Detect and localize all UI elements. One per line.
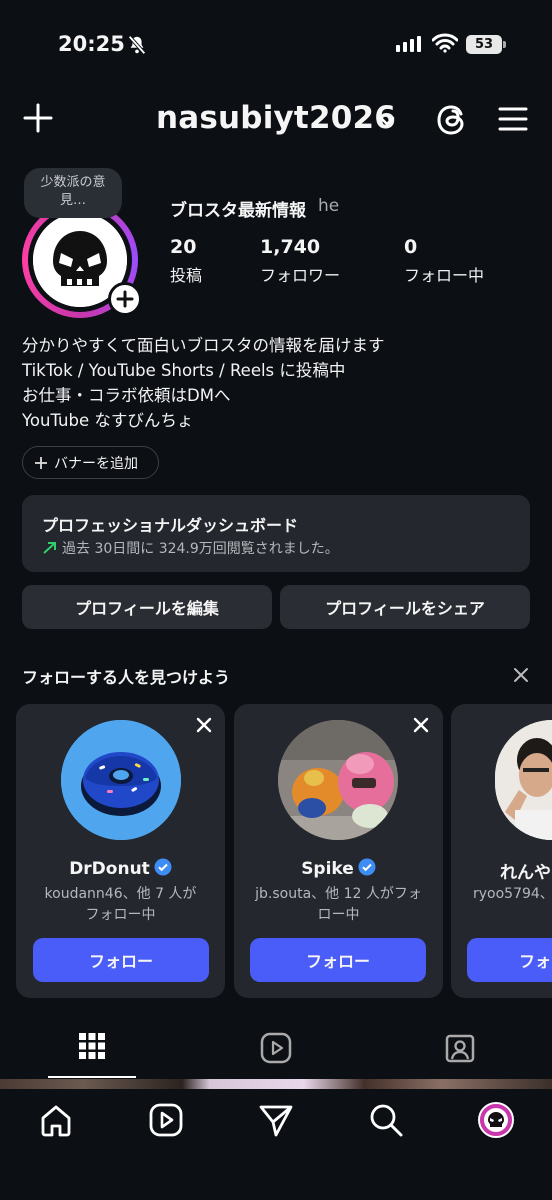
suggestion-mutuals: ryoo5794、 — [473, 886, 552, 902]
wifi-icon — [431, 33, 459, 57]
verified-badge-icon — [358, 858, 376, 876]
dashboard-subtitle: 過去 30日間に 324.9万回閲覧されました。 — [62, 541, 339, 557]
add-banner-label: バナーを追加 — [54, 455, 138, 472]
suggestion-name[interactable]: Spike — [234, 858, 443, 879]
tagged-person-icon — [445, 1034, 475, 1063]
plush-toys-photo — [278, 720, 398, 840]
reels-icon — [260, 1032, 292, 1064]
suggestion-avatar[interactable] — [278, 720, 398, 840]
account-switcher-username[interactable]: nasubiyt2026 — [156, 100, 396, 136]
suggestion-mutuals: jb.souta、他 12 人がフォ — [255, 886, 422, 902]
share-profile-button[interactable]: プロフィールをシェア — [280, 585, 530, 629]
donut-image — [61, 720, 181, 840]
edit-profile-button[interactable]: プロフィールを編集 — [22, 585, 272, 629]
stat-following-label[interactable]: フォロー中 — [404, 262, 484, 286]
suggestions-title: フォローする人を見つけよう — [22, 668, 231, 687]
bio-line: TikTok / YouTube Shorts / Reels に投稿中 — [22, 361, 346, 380]
note-bubble[interactable]: 少数派の意見… — [24, 168, 122, 218]
skull-logo — [480, 1104, 512, 1136]
status-time: 20:25 — [58, 32, 125, 56]
grid-icon — [79, 1033, 105, 1059]
suggestion-name-text: DrDonut — [69, 859, 150, 879]
suggestion-avatar[interactable] — [61, 720, 181, 840]
battery-level: 53 — [466, 35, 502, 54]
follow-button[interactable]: フォロー — [250, 938, 426, 982]
suggestion-name-text: Spike — [301, 859, 354, 879]
home-icon — [41, 1105, 71, 1137]
reels-button[interactable] — [148, 1102, 184, 1142]
note-text: 少数派の意見… — [40, 175, 106, 208]
stat-posts-label[interactable]: 投稿 — [170, 262, 202, 286]
follow-button[interactable]: フォ — [467, 938, 552, 982]
battery-tip — [503, 41, 506, 48]
stat-posts-count[interactable]: 20 — [170, 236, 196, 258]
add-banner-button[interactable]: バナーを追加 — [22, 446, 159, 479]
bio-line: お仕事・コラボ依頼はDMへ — [22, 386, 231, 405]
reels-tab[interactable] — [260, 1032, 292, 1068]
suggestion-name[interactable]: れんや — [500, 858, 551, 883]
posts-grid-preview[interactable] — [0, 1079, 552, 1089]
dismiss-icon[interactable] — [196, 717, 212, 733]
bell-off-icon — [126, 34, 148, 60]
close-icon[interactable] — [512, 666, 530, 688]
search-icon — [370, 1104, 403, 1137]
chevron-down-icon[interactable] — [378, 112, 396, 131]
display-name: ブロスタ最新情報 — [170, 201, 306, 221]
messages-button[interactable] — [258, 1102, 294, 1142]
suggestion-mutuals: フォロー中 — [85, 907, 156, 923]
follow-button[interactable]: フォロー — [33, 938, 209, 982]
dashboard-subtitle-row: 過去 30日間に 324.9万回閲覧されました。 — [42, 538, 339, 558]
suggestion-mutuals: ロー中 — [317, 907, 360, 923]
cellular-signal-icon — [396, 36, 421, 52]
plus-icon — [35, 456, 47, 469]
tagged-tab[interactable] — [444, 1032, 476, 1068]
grid-tab[interactable] — [78, 1032, 106, 1064]
threads-icon[interactable] — [434, 102, 470, 142]
stat-following-count[interactable]: 0 — [404, 236, 417, 258]
dismiss-icon[interactable] — [413, 717, 429, 733]
create-post-button[interactable] — [22, 102, 54, 138]
profile-tab-avatar[interactable] — [478, 1102, 514, 1138]
dashboard-title: プロフェッショナルダッシュボード — [42, 516, 299, 535]
menu-icon[interactable] — [498, 106, 528, 136]
verified-badge-icon — [154, 858, 172, 876]
pronoun: he — [318, 196, 340, 216]
stat-followers-count[interactable]: 1,740 — [260, 236, 320, 258]
suggestion-name[interactable]: DrDonut — [16, 858, 225, 879]
plus-icon — [23, 103, 53, 133]
trend-up-icon — [43, 542, 56, 554]
home-button[interactable] — [38, 1102, 74, 1142]
active-tab-indicator — [48, 1076, 136, 1078]
suggestion-mutuals: koudann46、他 7 人が — [44, 886, 197, 902]
add-icon — [116, 290, 134, 312]
stat-followers-label[interactable]: フォロワー — [260, 262, 340, 286]
bio-line[interactable]: YouTube なすびんちょ — [22, 407, 193, 431]
bio-line: 分かりやすくて面白いブロスタの情報を届けます — [22, 336, 385, 355]
send-icon — [259, 1105, 293, 1137]
search-button[interactable] — [368, 1102, 404, 1142]
reels-icon — [149, 1103, 183, 1137]
